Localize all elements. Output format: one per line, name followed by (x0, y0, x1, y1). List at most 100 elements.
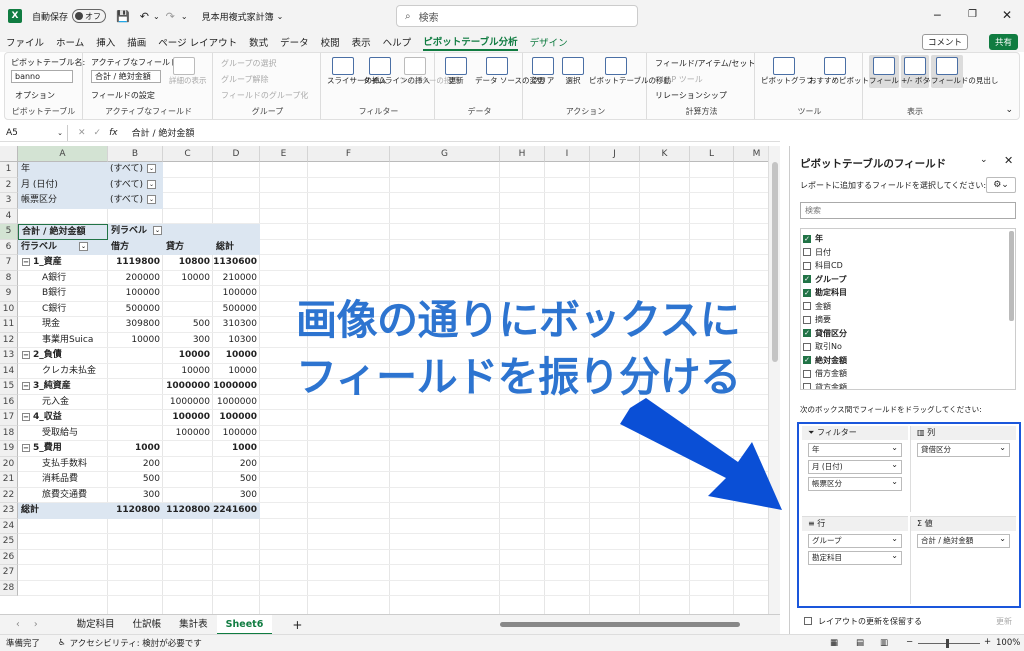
plus-minus-toggle[interactable]: +/- ボタン (901, 55, 937, 88)
field-item[interactable]: 金額 (801, 300, 1015, 314)
pt-name-input[interactable]: banno (11, 70, 73, 83)
menu-4[interactable]: ページ レイアウト (158, 35, 237, 49)
active-field-input[interactable]: 合計 / 絶対金額 (91, 70, 161, 83)
field-item[interactable]: 摘要 (801, 313, 1015, 327)
menu-3[interactable]: 描画 (127, 35, 146, 49)
area-field-item[interactable]: 勘定科目 (808, 550, 902, 565)
column-header[interactable]: A (18, 146, 108, 162)
field-item[interactable]: ✓ グループ (801, 273, 1015, 287)
credit-value[interactable]: 10000 (163, 348, 213, 364)
debit-value[interactable]: 500 (108, 472, 163, 488)
filter-dropdown-icon[interactable]: ⌄ (147, 164, 157, 173)
field-checkbox[interactable] (803, 369, 811, 378)
credit-value[interactable]: 10000 (163, 271, 213, 287)
column-header[interactable]: H (500, 146, 545, 162)
row-header[interactable]: 26 (0, 549, 18, 565)
credit-value[interactable] (163, 441, 213, 457)
fields-items-button[interactable]: フィールド/アイテム/セット (655, 58, 755, 69)
field-checkbox[interactable] (803, 342, 811, 351)
clear-button[interactable]: クリア (529, 57, 557, 86)
relationships-button[interactable]: リレーションシップ (655, 90, 727, 101)
menu-10[interactable]: ピボットテーブル分析 (423, 34, 518, 51)
column-header[interactable]: D (213, 146, 260, 162)
menu-1[interactable]: ホーム (56, 35, 84, 49)
filter-value[interactable]: (すべて) ⌄ (108, 177, 163, 193)
zoom-slider[interactable] (918, 643, 980, 644)
column-header[interactable]: G (390, 146, 500, 162)
refresh-button[interactable]: 更新 (441, 57, 471, 86)
row-header[interactable]: 22 (0, 487, 18, 503)
menu-6[interactable]: データ (280, 35, 309, 49)
area-field-item[interactable]: グループ (808, 533, 902, 548)
credit-value[interactable]: 300 (163, 333, 213, 349)
pivot-row-label[interactable]: −1_資産 (18, 255, 108, 271)
menu-2[interactable]: 挿入 (96, 35, 115, 49)
area-field-item[interactable]: 月 (日付) (808, 459, 902, 474)
pivot-row-label[interactable]: 受取給与 (18, 426, 108, 442)
collapse-icon[interactable]: − (22, 381, 30, 390)
area-field-item[interactable]: 貸借区分 (917, 442, 1010, 457)
sheet-tab-1[interactable]: 仕訳帳 (124, 615, 171, 635)
credit-value[interactable]: 500 (163, 317, 213, 333)
add-sheet-button[interactable]: + (292, 618, 302, 632)
field-list[interactable]: ✓ 年日付 科目CD ✓ グループ ✓ 勘定科目 金額 摘要 ✓ 貸借区分 取引No ✓ 絶対金額 借方金額… (800, 228, 1016, 390)
rows-area[interactable]: ≡ 行 グループ勘定科目 (802, 516, 908, 604)
row-header[interactable]: 27 (0, 565, 18, 581)
debit-value[interactable]: 200000 (108, 271, 163, 287)
row-header[interactable]: 25 (0, 534, 18, 550)
row-header[interactable]: 12 (0, 332, 18, 348)
column-header[interactable]: L (690, 146, 734, 162)
field-search-input[interactable]: 検索 (800, 202, 1016, 219)
column-header[interactable]: J (590, 146, 640, 162)
page-layout-icon[interactable]: ▤ (856, 638, 864, 648)
row-header[interactable]: 3 (0, 193, 18, 209)
row-header[interactable]: 16 (0, 394, 18, 410)
debit-value[interactable] (108, 348, 163, 364)
row-header[interactable]: 21 (0, 472, 18, 488)
total-header[interactable]: 総計 (213, 239, 260, 255)
field-item[interactable]: ✓ 年 (801, 232, 1015, 246)
menu-5[interactable]: 数式 (249, 35, 268, 49)
cancel-icon[interactable]: ✕ (78, 128, 86, 138)
pivot-row-label[interactable]: −2_負債 (18, 348, 108, 364)
save-icon[interactable]: 💾 (116, 10, 130, 23)
field-checkbox[interactable] (803, 315, 811, 324)
grand-total-label[interactable]: 総計 (18, 503, 108, 519)
field-item[interactable]: 借方金額 (801, 367, 1015, 381)
credit-value[interactable] (163, 457, 213, 473)
fx-icon[interactable]: fx (109, 128, 118, 138)
total-value[interactable]: 1000000 (213, 379, 260, 395)
undo-icon[interactable]: ↶ (140, 10, 149, 23)
debit-value[interactable]: 100000 (108, 286, 163, 302)
menu-11[interactable]: デザイン (530, 35, 568, 49)
zoom-slider-thumb[interactable] (946, 639, 949, 648)
zoom-in-icon[interactable]: + (984, 637, 991, 647)
debit-value[interactable] (108, 364, 163, 380)
debit-value[interactable]: 200 (108, 457, 163, 473)
total-value[interactable]: 100000 (213, 426, 260, 442)
row-header[interactable]: 15 (0, 379, 18, 395)
credit-value[interactable]: 1000000 (163, 379, 213, 395)
column-labels-cell[interactable]: 列ラベル ⌄ (108, 224, 260, 240)
field-checkbox[interactable] (803, 248, 811, 257)
collapse-icon[interactable]: − (22, 350, 30, 359)
row-header[interactable]: 10 (0, 301, 18, 317)
total-value[interactable]: 300 (213, 488, 260, 504)
credit-value[interactable] (163, 302, 213, 318)
column-header[interactable]: F (308, 146, 390, 162)
pivot-row-label[interactable]: 支払手数料 (18, 457, 108, 473)
zoom-level[interactable]: 100% (996, 638, 1020, 648)
grand-total[interactable]: 2241600 (213, 503, 260, 519)
pivot-row-label[interactable]: 元入金 (18, 395, 108, 411)
vertical-scrollbar[interactable] (768, 146, 780, 614)
gear-icon[interactable]: ⚙⌄ (986, 177, 1016, 193)
debit-value[interactable] (108, 426, 163, 442)
total-value[interactable]: 10300 (213, 333, 260, 349)
restore-icon[interactable]: ❐ (968, 9, 977, 20)
row-header[interactable]: 5 (0, 224, 18, 240)
field-item[interactable]: ✓ 勘定科目 (801, 286, 1015, 300)
comment-button[interactable]: コメント (921, 34, 968, 50)
total-value[interactable]: 10000 (213, 364, 260, 380)
debit-value[interactable]: 300 (108, 488, 163, 504)
row-header[interactable]: 2 (0, 177, 18, 193)
